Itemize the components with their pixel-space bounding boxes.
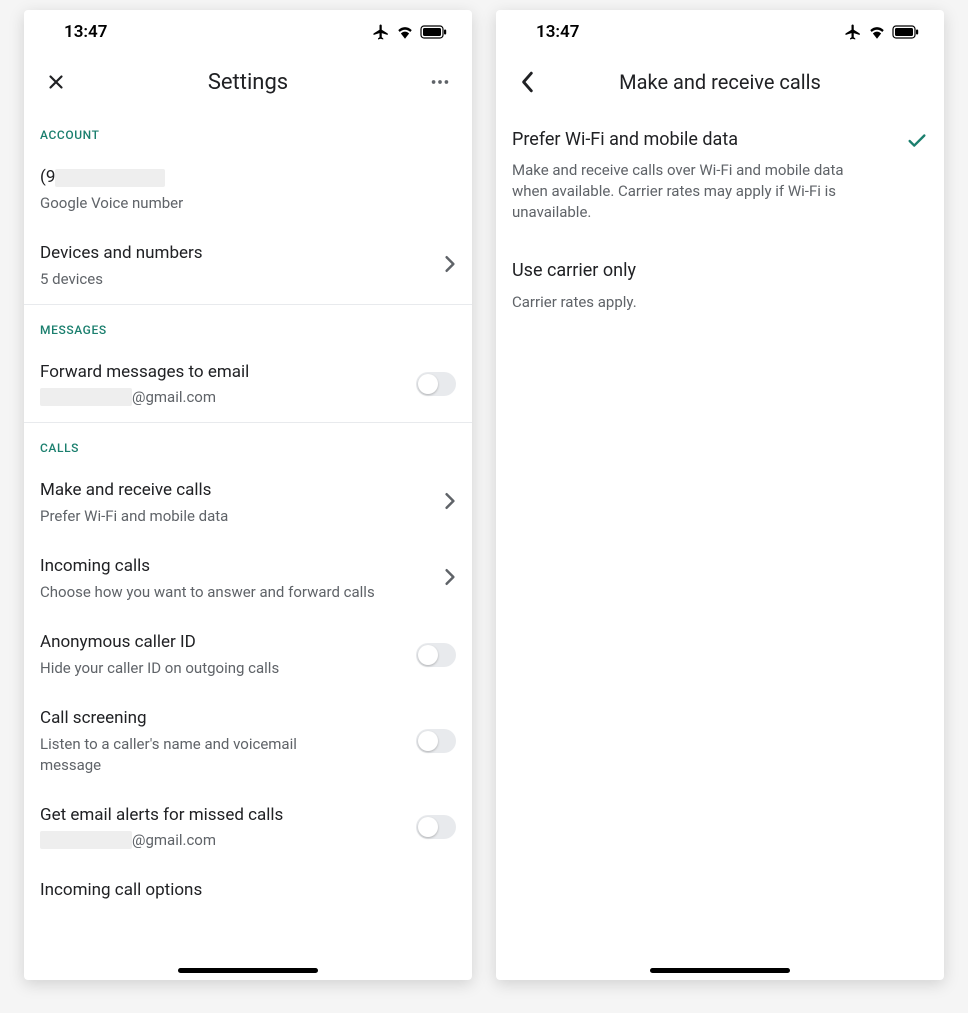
incoming-calls-title: Incoming calls [40, 555, 436, 579]
devices-title: Devices and numbers [40, 242, 436, 266]
option-prefer-wifi-title: Prefer Wi-Fi and mobile data [512, 128, 894, 152]
option-carrier-only[interactable]: Use carrier only Carrier rates apply. [496, 241, 944, 330]
status-bar: 13:47 [496, 10, 944, 54]
make-receive-calls-screen: 13:47 Make and receive calls Prefer Wi-F… [496, 10, 944, 980]
option-carrier-only-title: Use carrier only [512, 259, 928, 283]
home-indicator[interactable] [178, 968, 318, 973]
call-screening-title: Call screening [40, 707, 408, 731]
nav-bar: Settings [24, 54, 472, 110]
redacted-email-user [40, 831, 132, 849]
chevron-right-icon [444, 255, 456, 277]
section-header-messages: MESSAGES [24, 305, 472, 347]
status-icons [844, 23, 920, 41]
email-suffix: @gmail.com [132, 831, 216, 849]
anonymous-caller-row[interactable]: Anonymous caller ID Hide your caller ID … [24, 617, 472, 693]
missed-call-alerts-row[interactable]: Get email alerts for missed calls @gmail… [24, 790, 472, 866]
option-carrier-only-sub: Carrier rates apply. [512, 292, 928, 313]
make-receive-title: Make and receive calls [40, 479, 436, 503]
anonymous-caller-title: Anonymous caller ID [40, 631, 408, 655]
redacted-number [55, 169, 165, 187]
airplane-mode-icon [844, 23, 862, 41]
battery-icon [420, 25, 448, 39]
checkmark-icon [906, 130, 928, 156]
battery-icon [892, 25, 920, 39]
missed-call-alerts-title: Get email alerts for missed calls [40, 804, 408, 828]
section-header-calls: CALLS [24, 423, 472, 465]
anonymous-caller-toggle[interactable] [416, 643, 456, 667]
status-time: 13:47 [48, 22, 107, 42]
missed-call-alerts-email: @gmail.com [40, 830, 408, 851]
more-horizontal-icon [429, 71, 451, 93]
forward-messages-title: Forward messages to email [40, 361, 408, 385]
settings-content: ACCOUNT (9 Google Voice number Devices a… [24, 110, 472, 980]
page-title: Settings [24, 70, 472, 95]
chevron-right-icon [444, 492, 456, 514]
status-icons [372, 23, 448, 41]
voice-number-prefix: (9 [40, 167, 55, 187]
home-indicator[interactable] [650, 968, 790, 973]
forward-messages-email: @gmail.com [40, 387, 408, 408]
status-time: 13:47 [520, 22, 579, 42]
more-button[interactable] [420, 62, 460, 102]
make-receive-sub: Prefer Wi-Fi and mobile data [40, 506, 436, 527]
wifi-icon [396, 25, 414, 39]
close-icon [45, 71, 67, 93]
incoming-calls-sub: Choose how you want to answer and forwar… [40, 582, 436, 603]
devices-sub: 5 devices [40, 269, 436, 290]
email-suffix: @gmail.com [132, 388, 216, 406]
incoming-call-options-title: Incoming call options [40, 879, 456, 903]
section-header-account: ACCOUNT [24, 110, 472, 152]
voice-number-caption: Google Voice number [40, 193, 456, 214]
option-prefer-wifi[interactable]: Prefer Wi-Fi and mobile data Make and re… [496, 110, 944, 241]
missed-call-alerts-toggle[interactable] [416, 815, 456, 839]
anonymous-caller-sub: Hide your caller ID on outgoing calls [40, 658, 408, 679]
redacted-email-user [40, 388, 132, 406]
call-screening-row[interactable]: Call screening Listen to a caller's name… [24, 693, 472, 790]
forward-messages-row[interactable]: Forward messages to email @gmail.com [24, 347, 472, 423]
forward-messages-toggle[interactable] [416, 372, 456, 396]
voice-number-row[interactable]: (9 Google Voice number [24, 152, 472, 228]
settings-screen: 13:47 Settings ACCOUNT (9 Google Voice n… [24, 10, 472, 980]
nav-bar: Make and receive calls [496, 54, 944, 110]
status-bar: 13:47 [24, 10, 472, 54]
page-title: Make and receive calls [496, 70, 944, 94]
close-button[interactable] [36, 62, 76, 102]
call-screening-sub: Listen to a caller's name and voicemail … [40, 734, 340, 776]
devices-row[interactable]: Devices and numbers 5 devices [24, 228, 472, 304]
voice-number-title: (9 [40, 166, 456, 190]
chevron-left-icon [520, 71, 536, 93]
incoming-calls-row[interactable]: Incoming calls Choose how you want to an… [24, 541, 472, 617]
airplane-mode-icon [372, 23, 390, 41]
wifi-icon [868, 25, 886, 39]
make-receive-calls-row[interactable]: Make and receive calls Prefer Wi-Fi and … [24, 465, 472, 541]
chevron-right-icon [444, 568, 456, 590]
back-button[interactable] [508, 62, 548, 102]
incoming-call-options-row[interactable]: Incoming call options [24, 865, 472, 903]
options-content: Prefer Wi-Fi and mobile data Make and re… [496, 110, 944, 980]
option-prefer-wifi-sub: Make and receive calls over Wi-Fi and mo… [512, 160, 862, 223]
call-screening-toggle[interactable] [416, 729, 456, 753]
